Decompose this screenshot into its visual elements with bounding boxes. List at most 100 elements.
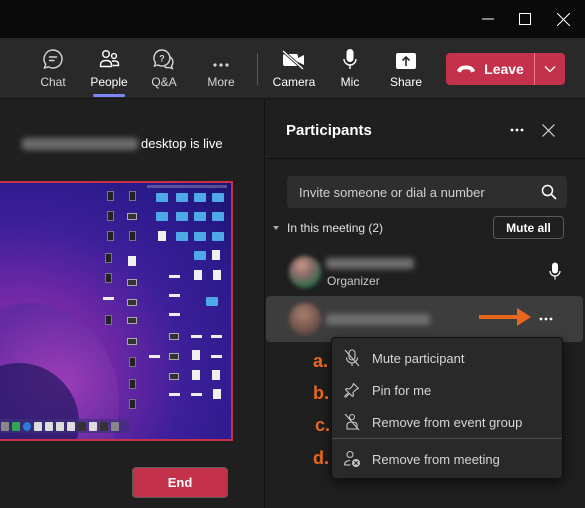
desktop-file-icon <box>169 275 180 278</box>
desktop-file-icon <box>169 393 180 396</box>
more-icon <box>510 128 524 132</box>
menu-item-remove-from-event-group[interactable]: Remove from event group <box>332 407 562 437</box>
shared-desktop-view <box>0 183 231 439</box>
pin-icon <box>344 382 360 398</box>
participant-row-selected[interactable] <box>266 296 583 342</box>
close-icon <box>556 12 570 26</box>
desktop-file-icon <box>128 256 136 266</box>
menu-item-label: Remove from event group <box>372 414 523 430</box>
in-meeting-section-header: In this meeting (2) Mute all <box>266 214 585 242</box>
shared-screen[interactable] <box>0 181 233 441</box>
camera-off-icon <box>282 50 305 70</box>
panel-title: Participants <box>286 122 372 139</box>
chat-button[interactable]: Chat <box>33 38 73 99</box>
annotation-marker-b: b. <box>313 383 329 403</box>
leave-button-group: Leave <box>446 53 565 85</box>
desktop-folder-icon <box>194 251 206 260</box>
desktop-file-icon <box>129 357 136 367</box>
menu-item-mute-participant[interactable]: Mute participant <box>332 343 562 373</box>
screen-share-status: desktop is live <box>22 136 223 151</box>
close-icon <box>541 123 555 137</box>
participant-name-blurred <box>326 314 430 325</box>
desktop-file-icon <box>192 370 200 380</box>
desktop-file-icon <box>105 253 112 263</box>
desktop-file-icon <box>169 294 180 297</box>
menu-item-pin-for-me[interactable]: Pin for me <box>332 375 562 405</box>
desktop-folder-icon <box>212 212 224 221</box>
desktop-file-icon <box>191 393 202 396</box>
desktop-file-icon <box>127 338 137 345</box>
annotation-marker-d: d. <box>313 448 329 468</box>
chat-icon <box>43 49 63 70</box>
menu-divider <box>332 438 562 439</box>
desktop-file-icon <box>149 355 160 358</box>
leave-label: Leave <box>484 61 524 77</box>
menu-item-label: Mute participant <box>372 350 465 366</box>
desktop-folder-icon <box>206 297 218 306</box>
remote-menu-bar <box>147 185 227 188</box>
panel-close-button[interactable] <box>537 119 559 141</box>
desktop-file-icon <box>107 191 114 201</box>
invite-search-input[interactable]: Invite someone or dial a number <box>287 176 567 208</box>
desktop-file-icon <box>107 231 114 241</box>
people-icon <box>99 50 120 68</box>
in-meeting-label[interactable]: In this meeting (2) <box>287 221 383 235</box>
collapse-caret-icon[interactable] <box>273 226 279 230</box>
people-button[interactable]: People <box>88 38 130 99</box>
qa-icon: ? <box>153 49 174 70</box>
end-sharing-button[interactable]: End <box>132 467 228 498</box>
invite-placeholder: Invite someone or dial a number <box>299 184 485 200</box>
svg-text:?: ? <box>159 54 165 64</box>
desktop-folder-icon <box>156 193 168 202</box>
hang-up-icon <box>457 65 476 73</box>
qa-button[interactable]: ? Q&A <box>146 38 182 99</box>
desktop-folder-icon <box>176 232 188 241</box>
remove-group-icon <box>344 413 360 431</box>
annotation-arrow-icon <box>479 308 531 326</box>
participant-more-options-button[interactable] <box>534 308 558 330</box>
participant-context-menu: Mute participant Pin for me Remove from … <box>331 337 563 479</box>
desktop-file-icon <box>127 279 137 286</box>
desktop-file-icon <box>212 370 220 380</box>
desktop-file-icon <box>158 231 166 241</box>
desktop-file-icon <box>103 297 114 300</box>
menu-item-label: Remove from meeting <box>372 451 500 467</box>
panel-more-options-button[interactable] <box>506 119 528 141</box>
desktop-file-icon <box>105 315 112 325</box>
desktop-file-icon <box>213 270 221 280</box>
more-button[interactable]: More <box>203 38 239 99</box>
desktop-file-icon <box>129 379 136 389</box>
panel-header: Participants <box>266 99 585 159</box>
share-button[interactable]: Share <box>389 38 423 99</box>
maximize-button[interactable] <box>511 6 539 32</box>
camera-button[interactable]: Camera <box>272 38 316 99</box>
desktop-file-icon <box>127 299 137 306</box>
camera-label: Camera <box>272 75 316 89</box>
desktop-folder-icon <box>176 193 188 202</box>
live-status-text: desktop is live <box>141 136 223 151</box>
participant-row[interactable]: Organizer <box>266 249 583 295</box>
active-tab-indicator <box>93 94 125 97</box>
desktop-folder-icon <box>194 193 206 202</box>
menu-item-label: Pin for me <box>372 382 432 398</box>
leave-options-dropdown[interactable] <box>535 53 565 85</box>
avatar <box>289 256 321 288</box>
desktop-file-icon <box>212 250 220 260</box>
share-icon <box>396 53 416 69</box>
leave-button[interactable]: Leave <box>446 53 535 85</box>
menu-item-remove-from-meeting[interactable]: Remove from meeting <box>332 444 562 474</box>
mic-button[interactable]: Mic <box>336 38 364 99</box>
desktop-file-icon <box>191 335 202 338</box>
mute-all-button[interactable]: Mute all <box>493 216 564 239</box>
desktop-file-icon <box>169 313 180 316</box>
people-label: People <box>90 75 128 89</box>
mic-label: Mic <box>340 75 360 89</box>
chevron-down-icon <box>544 66 556 73</box>
title-bar <box>0 0 585 38</box>
maximize-icon <box>519 13 531 25</box>
annotation-marker-c: c. <box>315 415 331 435</box>
minimize-button[interactable] <box>474 6 502 32</box>
desktop-file-icon <box>129 231 136 241</box>
desktop-folder-icon <box>176 212 188 221</box>
close-window-button[interactable] <box>549 6 577 32</box>
